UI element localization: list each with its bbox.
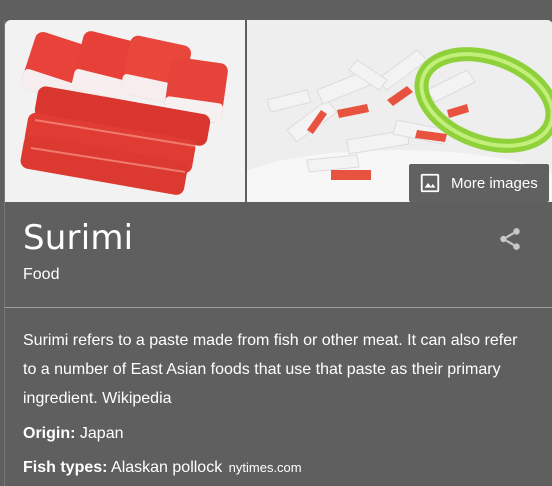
image-icon <box>420 173 440 193</box>
fact-label: Fish types: <box>23 459 108 476</box>
entity-title: Surimi <box>23 218 134 258</box>
entity-description: Surimi refers to a paste made from fish … <box>23 326 533 413</box>
crab-stick-image[interactable] <box>5 20 245 202</box>
description-text: Surimi refers to a paste made from fish … <box>23 332 518 407</box>
share-icon[interactable] <box>497 226 523 252</box>
surimi-salad-image[interactable]: More images <box>247 20 552 202</box>
fact-source-link[interactable]: nytimes.com <box>229 460 302 475</box>
image-strip: More images <box>5 20 552 202</box>
fact-fish-types: Fish types: Alaskan pollock nytimes.com <box>23 459 302 477</box>
fact-label: Origin: <box>23 425 76 442</box>
more-images-label: More images <box>451 174 538 192</box>
entity-header: Surimi Food <box>5 202 552 308</box>
entity-category: Food <box>23 266 60 283</box>
knowledge-panel: More images Surimi Food Surimi refers to… <box>4 20 552 486</box>
fact-origin: Origin: Japan <box>23 425 123 443</box>
fact-value-link[interactable]: Alaskan pollock <box>111 459 222 476</box>
more-images-button[interactable]: More images <box>409 164 549 202</box>
description-source-link[interactable]: Wikipedia <box>102 390 171 407</box>
fact-value-link[interactable]: Japan <box>80 425 124 442</box>
